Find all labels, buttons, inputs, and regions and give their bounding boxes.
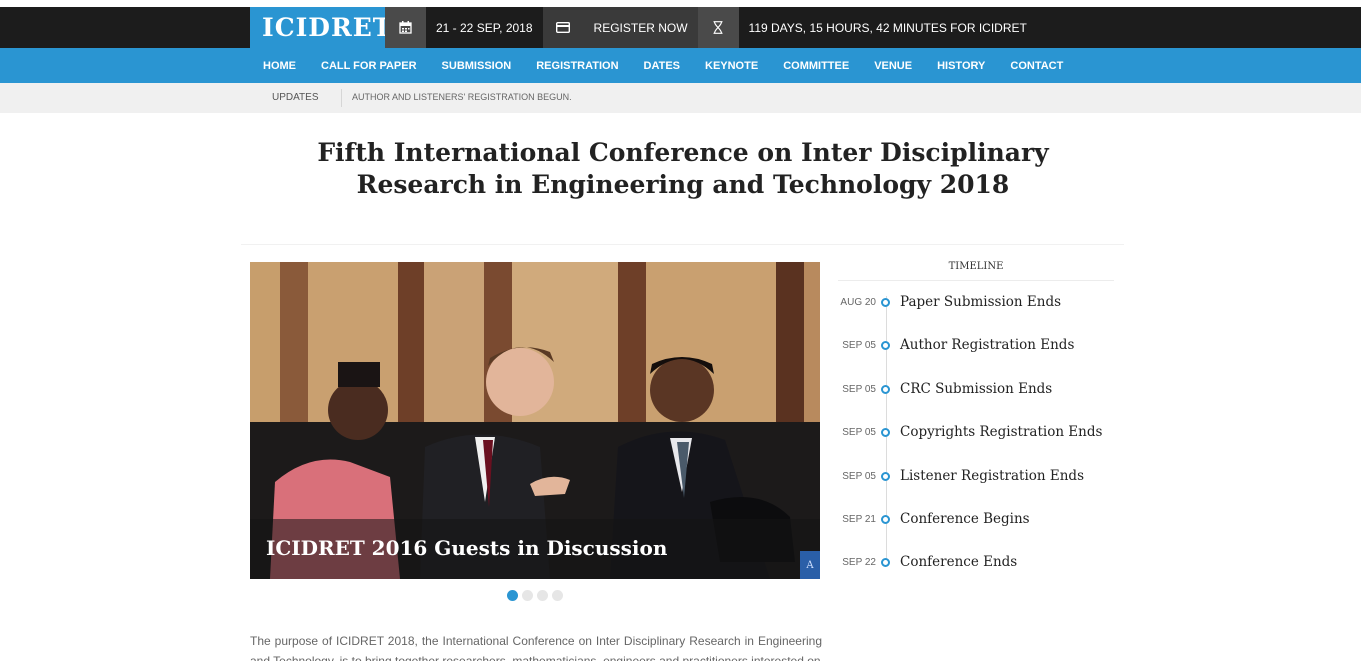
slider-dot[interactable] [537, 590, 548, 601]
circle-icon [881, 384, 890, 394]
nav-item-history[interactable]: HISTORY [937, 60, 985, 72]
timeline-item: SEP 21 Conference Begins [838, 509, 1030, 529]
content-divider [241, 244, 1124, 245]
countdown-text: 119 DAYS, 15 HOURS, 42 MINUTES FOR ICIDR… [748, 20, 1027, 35]
timeline-item: SEP 22 Conference Ends [838, 552, 1017, 572]
timeline-heading: TIMELINE [838, 256, 1114, 281]
slide-caption-text: ICIDRET 2016 Guests in Discussion [266, 536, 668, 560]
credit-card-icon [542, 7, 584, 48]
top-bar: ICIDRET 21 - 22 SEP, 2018 REGISTER NOW 1… [0, 7, 1361, 48]
timeline-item: SEP 05 Copyrights Registration Ends [838, 422, 1102, 442]
image-slider[interactable]: ICIDRET 2016 Guests in Discussion A [250, 262, 820, 579]
nav-item-dates[interactable]: DATES [644, 60, 680, 72]
timeline-date: SEP 05 [842, 470, 876, 482]
slide-badge: A [800, 551, 820, 579]
timeline-title[interactable]: Copyrights Registration Ends [900, 424, 1102, 440]
circle-icon [881, 514, 890, 524]
timeline-date: AUG 20 [840, 296, 876, 308]
circle-icon [881, 297, 890, 307]
timeline-item: SEP 05 CRC Submission Ends [838, 379, 1052, 399]
timeline-item: AUG 20 Paper Submission Ends [838, 292, 1061, 312]
timeline-title[interactable]: CRC Submission Ends [900, 381, 1052, 397]
updates-bar: UPDATES AUTHOR AND LISTENERS' REGISTRATI… [0, 83, 1361, 113]
timeline-date: SEP 05 [842, 339, 876, 351]
slider-pagination [507, 590, 563, 601]
nav-item-keynote[interactable]: KEYNOTE [705, 60, 758, 72]
timeline-title[interactable]: Conference Begins [900, 511, 1030, 527]
timeline-item: SEP 05 Listener Registration Ends [838, 466, 1084, 486]
nav-item-venue[interactable]: VENUE [874, 60, 912, 72]
hourglass-icon [697, 7, 739, 48]
timeline-date: SEP 05 [842, 383, 876, 395]
updates-message[interactable]: AUTHOR AND LISTENERS' REGISTRATION BEGUN… [352, 92, 572, 102]
register-now-link[interactable]: REGISTER NOW [583, 7, 698, 48]
updates-label: UPDATES [272, 92, 319, 103]
timeline-date: SEP 05 [842, 426, 876, 438]
site-logo[interactable]: ICIDRET [250, 7, 391, 48]
timeline-title[interactable]: Paper Submission Ends [900, 294, 1061, 310]
circle-icon [881, 427, 890, 437]
nav-item-committee[interactable]: COMMITTEE [783, 60, 849, 72]
timeline-item: SEP 05 Author Registration Ends [838, 335, 1074, 355]
timeline-title[interactable]: Listener Registration Ends [900, 468, 1084, 484]
nav-item-registration[interactable]: REGISTRATION [536, 60, 618, 72]
slider-dot[interactable] [552, 590, 563, 601]
circle-icon [881, 340, 890, 350]
circle-icon [881, 557, 890, 567]
updates-divider [341, 89, 342, 107]
nav-item-contact[interactable]: CONTACT [1010, 60, 1063, 72]
timeline-date: SEP 22 [842, 556, 876, 568]
slider-dot[interactable] [507, 590, 518, 601]
slider-dot[interactable] [522, 590, 533, 601]
timeline-title[interactable]: Conference Ends [900, 554, 1017, 570]
timeline-date: SEP 21 [842, 513, 876, 525]
nav-item-submission[interactable]: SUBMISSION [442, 60, 512, 72]
nav-item-call-for-paper[interactable]: CALL FOR PAPER [321, 60, 417, 72]
page-title: Fifth International Conference on Inter … [317, 138, 1049, 199]
nav-item-home[interactable]: HOME [263, 60, 296, 72]
timeline-title[interactable]: Author Registration Ends [900, 337, 1074, 353]
nav-list: HOME CALL FOR PAPER SUBMISSION REGISTRAT… [263, 48, 1088, 83]
top-bar-inner: ICIDRET 21 - 22 SEP, 2018 REGISTER NOW 1… [250, 7, 1037, 48]
intro-paragraph: The purpose of ICIDRET 2018, the Interna… [250, 634, 822, 661]
circle-icon [881, 471, 890, 481]
main-nav: HOME CALL FOR PAPER SUBMISSION REGISTRAT… [0, 48, 1361, 83]
timeline-panel: TIMELINE AUG 20 Paper Submission Ends SE… [838, 256, 1114, 570]
slide-caption: ICIDRET 2016 Guests in Discussion [250, 519, 820, 579]
calendar-icon [385, 7, 426, 48]
conference-date: 21 - 22 SEP, 2018 [436, 20, 533, 35]
